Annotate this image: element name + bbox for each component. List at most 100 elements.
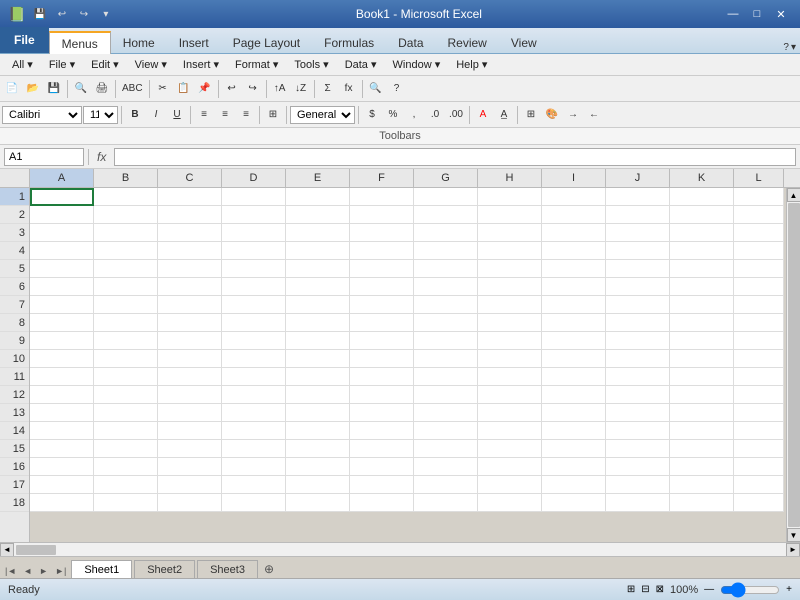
maximize-btn[interactable]: □ — [746, 5, 768, 23]
cell-H7[interactable] — [478, 296, 542, 314]
cell-B18[interactable] — [94, 494, 158, 512]
merge-btn[interactable]: ⊞ — [263, 105, 283, 125]
cell-A14[interactable] — [30, 422, 94, 440]
cell-C1[interactable] — [158, 188, 222, 206]
cell-F17[interactable] — [350, 476, 414, 494]
indent-decrease-btn[interactable]: ← — [584, 105, 604, 125]
cell-B9[interactable] — [94, 332, 158, 350]
cell-L5[interactable] — [734, 260, 784, 278]
cell-C14[interactable] — [158, 422, 222, 440]
cell-A9[interactable] — [30, 332, 94, 350]
cell-I9[interactable] — [542, 332, 606, 350]
cell-I17[interactable] — [542, 476, 606, 494]
first-sheet-btn[interactable]: |◄ — [2, 564, 19, 578]
cell-I11[interactable] — [542, 368, 606, 386]
font-family-select[interactable]: Calibri — [2, 106, 82, 124]
cell-L7[interactable] — [734, 296, 784, 314]
cell-L17[interactable] — [734, 476, 784, 494]
paste-btn[interactable]: 📌 — [195, 79, 215, 99]
col-header-g[interactable]: G — [414, 169, 478, 187]
tab-view[interactable]: View — [499, 31, 549, 53]
cell-D1[interactable] — [222, 188, 286, 206]
cell-C4[interactable] — [158, 242, 222, 260]
cell-J17[interactable] — [606, 476, 670, 494]
cell-L11[interactable] — [734, 368, 784, 386]
cell-B15[interactable] — [94, 440, 158, 458]
cell-J12[interactable] — [606, 386, 670, 404]
cell-D12[interactable] — [222, 386, 286, 404]
name-box[interactable]: A1 — [4, 148, 84, 166]
cell-K14[interactable] — [670, 422, 734, 440]
cell-D15[interactable] — [222, 440, 286, 458]
col-header-a[interactable]: A — [30, 169, 94, 187]
menu-format[interactable]: Format ▾ — [227, 56, 286, 73]
cell-E7[interactable] — [286, 296, 350, 314]
cell-A11[interactable] — [30, 368, 94, 386]
cell-B4[interactable] — [94, 242, 158, 260]
tab-data[interactable]: Data — [386, 31, 435, 53]
row-num-1[interactable]: 1 — [0, 188, 29, 206]
file-tab[interactable]: File — [0, 27, 49, 53]
cell-I10[interactable] — [542, 350, 606, 368]
cell-L12[interactable] — [734, 386, 784, 404]
scroll-up-btn[interactable]: ▲ — [787, 188, 800, 202]
cell-A15[interactable] — [30, 440, 94, 458]
tab-review[interactable]: Review — [436, 31, 499, 53]
cell-B2[interactable] — [94, 206, 158, 224]
cell-L10[interactable] — [734, 350, 784, 368]
menu-window[interactable]: Window ▾ — [385, 56, 449, 73]
cell-C11[interactable] — [158, 368, 222, 386]
col-header-k[interactable]: K — [670, 169, 734, 187]
cell-J13[interactable] — [606, 404, 670, 422]
scroll-left-btn[interactable]: ◄ — [0, 543, 14, 557]
cell-F9[interactable] — [350, 332, 414, 350]
sort-desc-btn[interactable]: ↓Z — [291, 79, 311, 99]
cell-J3[interactable] — [606, 224, 670, 242]
cell-I5[interactable] — [542, 260, 606, 278]
cell-E8[interactable] — [286, 314, 350, 332]
cell-B3[interactable] — [94, 224, 158, 242]
cell-D3[interactable] — [222, 224, 286, 242]
row-num-6[interactable]: 6 — [0, 278, 29, 296]
add-sheet-btn[interactable]: ⊕ — [260, 560, 278, 578]
col-header-c[interactable]: C — [158, 169, 222, 187]
row-num-13[interactable]: 13 — [0, 404, 29, 422]
cell-C18[interactable] — [158, 494, 222, 512]
col-header-i[interactable]: I — [542, 169, 606, 187]
cell-A2[interactable] — [30, 206, 94, 224]
cell-D11[interactable] — [222, 368, 286, 386]
row-num-15[interactable]: 15 — [0, 440, 29, 458]
cell-F4[interactable] — [350, 242, 414, 260]
formula-input[interactable] — [114, 148, 796, 166]
cell-F12[interactable] — [350, 386, 414, 404]
row-num-12[interactable]: 12 — [0, 386, 29, 404]
cell-K5[interactable] — [670, 260, 734, 278]
cell-D6[interactable] — [222, 278, 286, 296]
cell-L4[interactable] — [734, 242, 784, 260]
cell-K8[interactable] — [670, 314, 734, 332]
cell-F3[interactable] — [350, 224, 414, 242]
cell-J2[interactable] — [606, 206, 670, 224]
cell-H16[interactable] — [478, 458, 542, 476]
cell-K10[interactable] — [670, 350, 734, 368]
cell-G8[interactable] — [414, 314, 478, 332]
cell-I15[interactable] — [542, 440, 606, 458]
cell-E10[interactable] — [286, 350, 350, 368]
cell-B14[interactable] — [94, 422, 158, 440]
cell-D17[interactable] — [222, 476, 286, 494]
tab-insert[interactable]: Insert — [167, 31, 221, 53]
cell-I4[interactable] — [542, 242, 606, 260]
cell-F15[interactable] — [350, 440, 414, 458]
cell-E1[interactable] — [286, 188, 350, 206]
cell-K11[interactable] — [670, 368, 734, 386]
row-num-9[interactable]: 9 — [0, 332, 29, 350]
cell-C3[interactable] — [158, 224, 222, 242]
cell-E18[interactable] — [286, 494, 350, 512]
cell-E17[interactable] — [286, 476, 350, 494]
cell-C5[interactable] — [158, 260, 222, 278]
help-button[interactable]: ? — [783, 42, 789, 53]
cell-F18[interactable] — [350, 494, 414, 512]
cell-A16[interactable] — [30, 458, 94, 476]
undo-quick-btn[interactable]: ↩ — [52, 4, 72, 24]
cell-J7[interactable] — [606, 296, 670, 314]
